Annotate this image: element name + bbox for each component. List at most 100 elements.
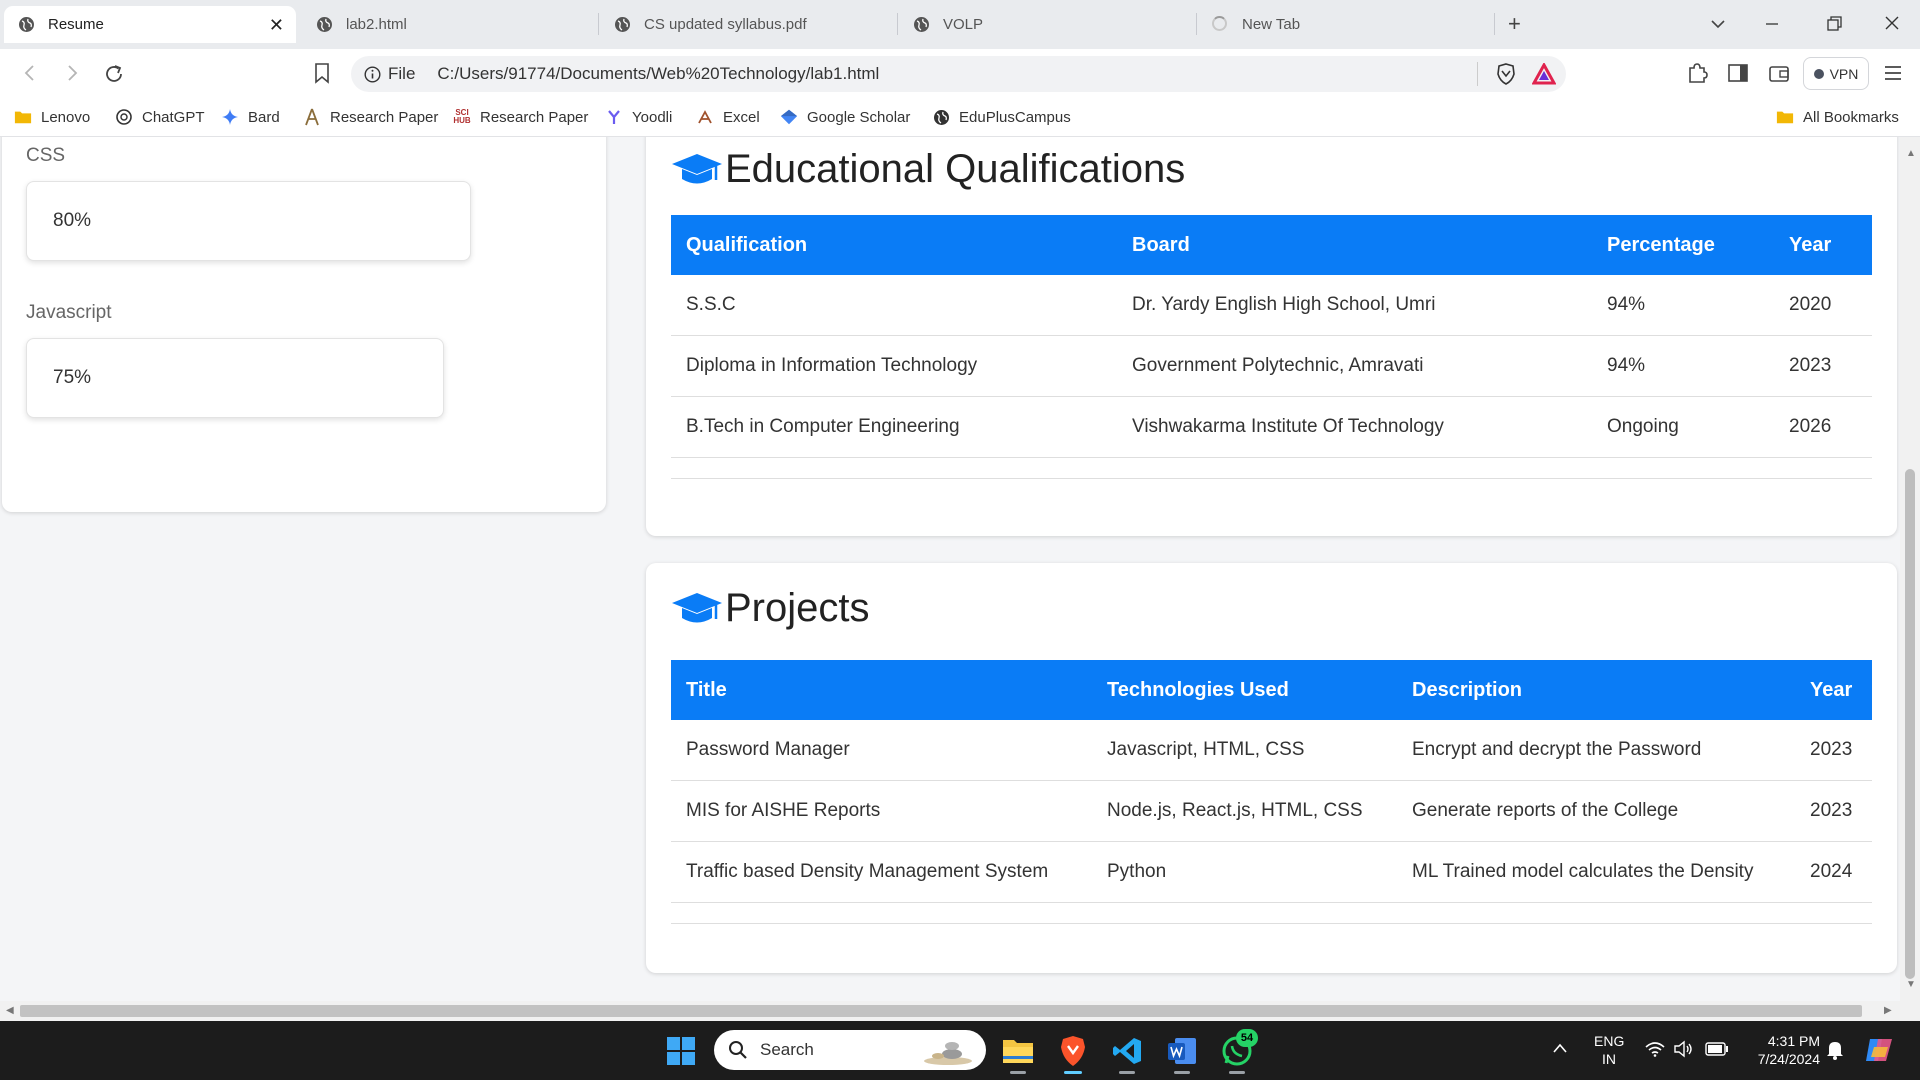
close-tab-icon[interactable]: ✕ [269, 15, 284, 36]
site-info-button[interactable]: File [364, 64, 415, 84]
address-bar[interactable]: File C:/Users/91774/Documents/Web%20Tech… [351, 56, 1566, 92]
bookmark-icon[interactable] [313, 62, 331, 89]
restore-icon[interactable] [1826, 12, 1842, 41]
skill-value-css: 80% [26, 181, 471, 261]
back-arrow-icon[interactable] [20, 63, 40, 88]
scholar-icon [780, 108, 798, 126]
url-text[interactable]: C:/Users/91774/Documents/Web%20Technolog… [437, 64, 879, 84]
folder-icon [1776, 108, 1794, 126]
all-bookmarks-button[interactable]: All Bookmarks [1776, 108, 1899, 126]
excel-icon [696, 108, 714, 126]
tab-new-tab[interactable]: New Tab [1198, 6, 1494, 43]
bookmark-label: EduPlusCampus [959, 108, 1071, 126]
language-label: ENG [1594, 1033, 1625, 1049]
table-cell: Traffic based Density Management System [671, 841, 1092, 903]
table-cell: Javascript, HTML, CSS [1092, 720, 1397, 781]
forward-arrow-icon[interactable] [62, 63, 82, 88]
bookmark-label: Bard [248, 108, 280, 126]
region-label: IN [1602, 1051, 1616, 1067]
tab-separator [897, 13, 898, 35]
folder-icon [14, 108, 32, 126]
search-placeholder: Search [760, 1040, 814, 1059]
bookmark-research-paper-2[interactable]: SCI HUB Research Paper [453, 108, 588, 126]
graduation-cap-icon [671, 150, 723, 190]
battery-icon[interactable] [1705, 1042, 1729, 1061]
tab-volp[interactable]: VOLP [899, 6, 1195, 43]
loading-spinner-icon [1212, 16, 1229, 33]
menu-icon[interactable] [1883, 64, 1903, 87]
reload-icon[interactable] [103, 63, 125, 90]
bookmark-edupluscampus[interactable]: EduPlusCampus [932, 108, 1071, 126]
tab-search-chevron-icon[interactable] [1710, 12, 1726, 41]
table-spacer-row [671, 902, 1872, 924]
bookmark-lenovo[interactable]: Lenovo [14, 108, 90, 126]
education-heading: Educational Qualifications [671, 147, 1185, 192]
app-running-indicator [1229, 1071, 1245, 1074]
brave-shields-icon[interactable] [1496, 63, 1516, 90]
app-active-indicator [1064, 1071, 1082, 1074]
brave-rewards-icon[interactable] [1531, 61, 1557, 90]
wallet-icon[interactable] [1768, 63, 1790, 88]
skill-label-css: CSS [26, 145, 66, 166]
bookmark-google-scholar[interactable]: Google Scholar [780, 108, 910, 126]
scroll-up-arrow-icon[interactable]: ▲ [1906, 148, 1916, 159]
minimize-icon[interactable] [1765, 12, 1779, 41]
tab-separator [1196, 13, 1197, 35]
app-running-indicator [1119, 1071, 1135, 1074]
tab-lab2[interactable]: lab2.html [302, 6, 592, 43]
table-cell: 2023 [1795, 720, 1872, 781]
bookmark-label: Google Scholar [807, 108, 911, 126]
vertical-scroll-thumb[interactable] [1905, 469, 1915, 979]
scroll-left-arrow-icon[interactable]: ◀ [6, 1005, 14, 1016]
windows-start-icon[interactable] [664, 1034, 698, 1068]
browser-tab-strip: Resume ✕ lab2.html CS updated syllabus.p… [0, 0, 1920, 49]
brave-browser-icon[interactable] [1056, 1034, 1090, 1074]
horizontal-scroll-thumb[interactable] [20, 1005, 1862, 1017]
table-cell: 2026 [1774, 396, 1872, 458]
education-card: Educational Qualifications Qualification… [646, 137, 1897, 536]
vscode-icon[interactable] [1110, 1034, 1144, 1074]
copilot-icon[interactable] [1864, 1035, 1896, 1070]
wifi-icon[interactable] [1645, 1041, 1665, 1062]
projects-card: Projects Title Technologies Used Descrip… [646, 563, 1897, 973]
bookmark-chatgpt[interactable]: ChatGPT [115, 108, 205, 126]
globe-icon [932, 108, 950, 126]
new-tab-plus-icon[interactable]: + [1508, 12, 1521, 36]
sidebar-icon[interactable] [1727, 63, 1749, 88]
address-separator [1477, 62, 1478, 86]
tab-cs-syllabus[interactable]: CS updated syllabus.pdf [600, 6, 896, 43]
tab-resume[interactable]: Resume ✕ [4, 6, 296, 43]
graduation-cap-icon [671, 589, 723, 629]
volume-icon[interactable] [1673, 1040, 1693, 1063]
table-cell: S.S.C [671, 275, 1117, 336]
table-cell: ML Trained model calculates the Density [1397, 841, 1795, 903]
vpn-button[interactable]: VPN [1803, 57, 1869, 90]
scroll-down-arrow-icon[interactable]: ▼ [1906, 979, 1916, 990]
show-hidden-icons-chevron-icon[interactable] [1552, 1041, 1568, 1059]
input-language-indicator[interactable]: ENG IN [1594, 1032, 1624, 1068]
scroll-right-arrow-icon[interactable]: ▶ [1884, 1005, 1892, 1016]
table-cell: B.Tech in Computer Engineering [671, 396, 1117, 458]
word-icon[interactable] [1165, 1034, 1199, 1074]
clock[interactable]: 4:31 PM 7/24/2024 [1744, 1032, 1820, 1068]
notification-bell-icon[interactable] [1826, 1040, 1844, 1065]
file-explorer-icon[interactable] [1001, 1034, 1035, 1074]
table-cell: Diploma in Information Technology [671, 335, 1117, 397]
horizontal-scrollbar[interactable]: ◀ ▶ [0, 1001, 1920, 1021]
close-window-icon[interactable] [1884, 12, 1900, 41]
table-row: MIS for AISHE Reports Node.js, React.js,… [671, 780, 1872, 842]
extensions-icon[interactable] [1686, 62, 1708, 89]
bookmark-excel[interactable]: Excel [696, 108, 760, 126]
table-header-row: Title Technologies Used Description Year [671, 660, 1872, 720]
research-icon [303, 108, 321, 126]
tab-title: VOLP [943, 16, 984, 33]
table-cell: 94% [1592, 335, 1774, 397]
whatsapp-notification-badge: 54 [1236, 1029, 1258, 1047]
taskbar-search[interactable]: Search [714, 1030, 986, 1070]
column-header: Board [1117, 215, 1592, 275]
bookmark-research-paper-1[interactable]: Research Paper [303, 108, 438, 126]
bookmark-bard[interactable]: Bard [221, 108, 280, 126]
tab-title: lab2.html [346, 16, 407, 33]
vertical-scrollbar[interactable]: ▲ ▼ [1900, 137, 1920, 1001]
bookmark-yoodli[interactable]: Yoodli [605, 108, 672, 126]
